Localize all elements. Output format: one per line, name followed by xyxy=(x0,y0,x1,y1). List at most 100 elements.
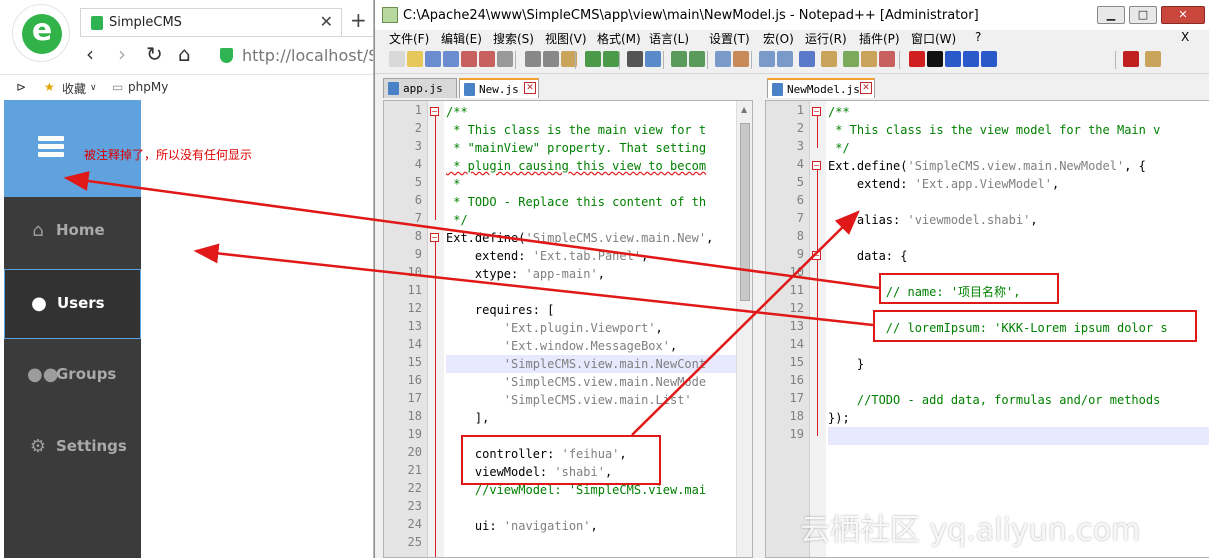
address-bar[interactable]: http://localhost/Si xyxy=(216,42,373,70)
code-token: alias: xyxy=(828,213,908,227)
menu-item-12[interactable]: X xyxy=(1181,30,1189,44)
menu-item-6[interactable]: 设置(T) xyxy=(709,30,750,47)
fold-toggle-icon[interactable]: − xyxy=(812,251,821,260)
record-icon[interactable] xyxy=(909,51,925,67)
menu-item-3[interactable]: 视图(V) xyxy=(545,30,587,47)
menu-item-5[interactable]: 语言(L) xyxy=(649,30,689,47)
close-window-button[interactable]: ✕ xyxy=(1161,6,1205,24)
line-number: 20 xyxy=(407,445,422,459)
func-list-icon[interactable] xyxy=(861,51,877,67)
close-tab-icon[interactable]: ✕ xyxy=(320,12,333,31)
nav-item-groups[interactable]: ●● Groups xyxy=(4,341,141,411)
code-token: * plugin causing this view to becom xyxy=(446,159,707,173)
menu-item-9[interactable]: 插件(P) xyxy=(859,30,900,47)
users-icon: ●● xyxy=(27,364,59,385)
code-token: //TODO - add data, formulas and/or metho… xyxy=(828,393,1161,407)
nav-item-home[interactable]: ⌂ Home xyxy=(4,197,141,267)
menu-item-1[interactable]: 编辑(E) xyxy=(441,30,482,47)
menu-item-0[interactable]: 文件(F) xyxy=(389,30,429,47)
sync-h-icon[interactable] xyxy=(733,51,749,67)
new-tab-button[interactable]: + xyxy=(350,8,367,32)
star-icon[interactable]: ★ xyxy=(44,80,55,94)
fold-toggle-icon[interactable]: − xyxy=(812,161,821,170)
fold-toggle-icon[interactable]: − xyxy=(430,233,439,242)
save-macro-icon[interactable] xyxy=(981,51,997,67)
address-url[interactable]: http://localhost/Si xyxy=(242,46,373,65)
file-tab-new-js[interactable]: New.js ✕ xyxy=(459,78,539,98)
new-file-icon[interactable] xyxy=(389,51,405,67)
scrollbar-thumb[interactable] xyxy=(740,123,750,301)
page-icon: ▭ xyxy=(112,80,124,94)
close-file-icon[interactable] xyxy=(461,51,477,67)
folder-icon[interactable] xyxy=(879,51,895,67)
zoom-in-icon[interactable] xyxy=(671,51,687,67)
scroll-up-icon[interactable]: ▲ xyxy=(741,105,747,114)
all-chars-icon[interactable] xyxy=(777,51,793,67)
code-token: , xyxy=(655,321,663,335)
cut-icon[interactable] xyxy=(525,51,541,67)
code-line: extend: 'Ext.app.ViewModel', xyxy=(828,175,1059,193)
save-all-icon[interactable] xyxy=(443,51,459,67)
copy-icon[interactable] xyxy=(543,51,559,67)
menu-item-8[interactable]: 运行(R) xyxy=(805,30,847,47)
spellcheck-icon[interactable] xyxy=(1123,51,1139,67)
file-tab-newmodel-js[interactable]: NewModel.js ✕ xyxy=(767,78,875,98)
code-line: * TODO - Replace this content of th xyxy=(446,193,706,211)
print-icon[interactable] xyxy=(497,51,513,67)
menu-item-10[interactable]: 窗口(W) xyxy=(911,30,956,47)
replace-icon[interactable] xyxy=(645,51,661,67)
sync-v-icon[interactable] xyxy=(715,51,731,67)
open-file-icon[interactable] xyxy=(407,51,423,67)
line-number: 2 xyxy=(796,121,804,135)
redo-icon[interactable] xyxy=(603,51,619,67)
line-number: 13 xyxy=(407,319,422,333)
menu-item-11[interactable]: ? xyxy=(975,30,981,44)
wrap-icon[interactable] xyxy=(759,51,775,67)
sidebar-toggle-icon[interactable]: ⊳ xyxy=(16,80,26,94)
indent-guide-icon[interactable] xyxy=(799,51,815,67)
minimize-button[interactable]: ▁ xyxy=(1097,6,1125,24)
undo-icon[interactable] xyxy=(585,51,601,67)
vertical-scrollbar[interactable]: ▲ xyxy=(736,101,752,557)
menu-item-4[interactable]: 格式(M) xyxy=(597,30,641,47)
close-all-icon[interactable] xyxy=(479,51,495,67)
line-number: 10 xyxy=(407,265,422,279)
browser-tab[interactable]: SimpleCMS ✕ xyxy=(80,8,342,36)
code-token: Ext.define( xyxy=(828,159,908,173)
reload-icon[interactable]: ↻ xyxy=(146,42,163,66)
code-token: } xyxy=(828,357,865,371)
fold-toggle-icon[interactable]: − xyxy=(812,107,821,116)
forward-icon[interactable]: › xyxy=(118,42,126,66)
doc-map-icon[interactable] xyxy=(843,51,859,67)
stop-icon[interactable] xyxy=(927,51,943,67)
maximize-button[interactable]: □ xyxy=(1129,6,1157,24)
back-icon[interactable]: ‹ xyxy=(86,42,94,66)
editor-pane-left[interactable]: 1 2 3 4 5 6 7 8 9 10 11 12 13 14 15 16 17 18 19 20 21 22 23 24 2… xyxy=(383,100,753,558)
nav-item-settings[interactable]: ⚙ Settings xyxy=(4,413,141,483)
menu-item-7[interactable]: 宏(O) xyxy=(763,30,794,47)
bookmark-favorites[interactable]: 收藏 xyxy=(62,80,86,97)
watermark: 云栖社区 yq.aliyun.com xyxy=(800,513,1141,548)
bookmark-phpmy[interactable]: phpMy xyxy=(128,80,168,94)
find-icon[interactable] xyxy=(627,51,643,67)
chevron-down-icon[interactable]: ∨ xyxy=(90,83,97,93)
run-multi-icon[interactable] xyxy=(963,51,979,67)
zoom-out-icon[interactable] xyxy=(689,51,705,67)
line-number: 5 xyxy=(796,175,804,189)
code-token: , xyxy=(706,231,714,245)
code-line: 'SimpleCMS.view.main.NewMode xyxy=(446,373,706,391)
nav-item-users[interactable]: ● Users xyxy=(4,269,141,339)
home-icon[interactable]: ⌂ xyxy=(178,42,191,66)
file-tab-app-js[interactable]: app.js xyxy=(383,78,457,98)
close-tab-icon[interactable]: ✕ xyxy=(524,82,536,94)
simplecms-app: ⌂ Home ● Users ●● Groups ⚙ Settings 被注释掉了，所以没有任… xyxy=(4,100,373,558)
close-tab-icon[interactable]: ✕ xyxy=(860,82,872,94)
save-icon[interactable] xyxy=(425,51,441,67)
fold-toggle-icon[interactable]: − xyxy=(430,107,439,116)
browser-logo[interactable]: e xyxy=(12,4,70,62)
menu-item-2[interactable]: 搜索(S) xyxy=(493,30,534,47)
code-token: xtype: xyxy=(446,267,526,281)
spell-settings-icon[interactable] xyxy=(1145,51,1161,67)
udl-icon[interactable] xyxy=(821,51,837,67)
play-icon[interactable] xyxy=(945,51,961,67)
